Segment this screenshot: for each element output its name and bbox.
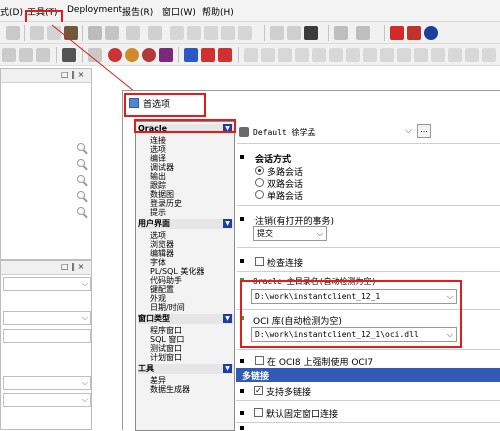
support-multi-checkbox[interactable]: ✓ (254, 386, 263, 395)
nav-item[interactable]: 数据生成器 (150, 385, 190, 394)
profile-select[interactable]: Default 徐学孟 (253, 127, 316, 138)
nav-group-ui[interactable]: 用户界面 ▼ (138, 219, 234, 229)
nav-item[interactable]: 选项 (150, 231, 166, 240)
nav-item[interactable]: 选项 (150, 145, 166, 154)
profile-more-button[interactable]: ... (417, 124, 431, 138)
section-marker (240, 217, 244, 221)
radio-label: 单路会话 (267, 192, 304, 202)
section-marker (240, 359, 244, 363)
nav-item[interactable]: SQL 窗口 (150, 335, 184, 344)
chevron-down-icon[interactable]: ▼ (223, 219, 232, 228)
nav-item[interactable]: 键配置 (150, 285, 174, 294)
nav-item[interactable]: 日期/时间 (150, 303, 185, 312)
support-multi-label: 支持多链接 (266, 388, 312, 398)
title-highlight (124, 93, 206, 117)
nav-item[interactable]: 外观 (150, 294, 166, 303)
section-marker (240, 389, 244, 393)
nav-item[interactable]: 程序窗口 (150, 326, 182, 335)
nav-item[interactable]: 计划窗口 (150, 353, 182, 362)
nav-item[interactable]: 字体 (150, 258, 166, 267)
nav-item[interactable]: 提示 (150, 208, 166, 217)
oracle-highlight (134, 119, 236, 133)
nav-group-tools[interactable]: 工具 ▼ (138, 364, 234, 374)
chevron-down-icon[interactable]: ▼ (223, 314, 232, 323)
multi-connection-header: 多链接 (236, 368, 500, 382)
nav-item[interactable]: 登录历史 (150, 199, 182, 208)
profile-icon (239, 127, 249, 137)
nav-item[interactable]: 调试器 (150, 163, 174, 172)
multi-connection-title: 多链接 (242, 372, 270, 382)
nav-item-connection[interactable]: 连接 (150, 136, 166, 145)
radio-single-session[interactable] (255, 190, 264, 199)
chevron-down-icon[interactable]: ▼ (223, 364, 232, 373)
chevron-down-icon[interactable]: ⌵ (405, 126, 412, 136)
radio-multi-session[interactable] (255, 166, 264, 175)
force-oci7-checkbox[interactable] (255, 356, 264, 365)
nav-group-window-types[interactable]: 窗口类型 ▼ (138, 314, 234, 324)
force-oci7-label: 在 OCI8 上强制使用 OCI7 (267, 358, 374, 368)
nav-item[interactable]: 差异 (150, 376, 166, 385)
default-window-label: 默认固定窗口连接 (266, 410, 339, 420)
chevron-down-icon: ⌵ (316, 229, 323, 238)
section-marker (240, 259, 244, 263)
check-connection-checkbox[interactable] (255, 257, 264, 266)
radio-dual-session[interactable] (255, 178, 264, 187)
nav-item[interactable]: 输出 (150, 172, 166, 181)
session-mode-title: 会话方式 (255, 155, 292, 165)
nav-item[interactable]: PL/SQL 美化器 (150, 267, 204, 276)
preferences-nav: Oracle ▼ 连接 选项 编译 调试器 输出 跟踪 数据图 登录历史 提示 用… (135, 121, 235, 431)
section-marker (240, 426, 244, 430)
nav-item[interactable]: 编辑器 (150, 249, 174, 258)
check-connection-label: 检查连接 (267, 259, 304, 269)
default-window-checkbox[interactable] (254, 408, 263, 417)
nav-item[interactable]: 测试窗口 (150, 344, 182, 353)
paths-highlight (240, 280, 462, 348)
logoff-select[interactable]: 提交 ⌵ (253, 226, 327, 241)
nav-item[interactable]: 跟踪 (150, 181, 166, 190)
nav-item[interactable]: 数据图 (150, 190, 174, 199)
section-marker (240, 155, 244, 159)
section-marker (240, 411, 244, 415)
nav-item[interactable]: 编译 (150, 154, 166, 163)
nav-item[interactable]: 浏览器 (150, 240, 174, 249)
nav-item[interactable]: 代码助手 (150, 276, 182, 285)
